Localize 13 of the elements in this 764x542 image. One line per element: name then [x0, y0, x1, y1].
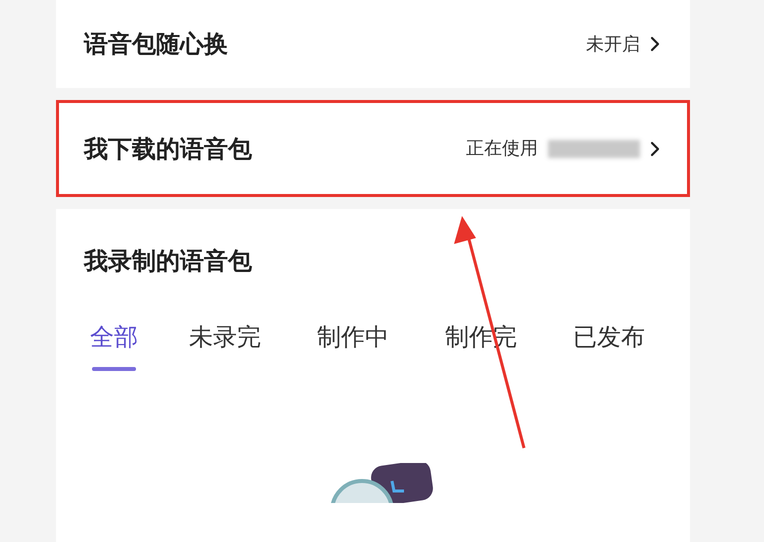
row-label: 语音包随心换 — [84, 29, 228, 60]
chevron-right-icon — [650, 36, 660, 52]
row-value: 正在使用 — [466, 137, 538, 161]
settings-row[interactable]: 语音包随心换 未开启 — [56, 0, 690, 88]
filter-tab[interactable]: 已发布 — [562, 319, 656, 371]
settings-row[interactable]: 我下载的语音包 正在使用 — [56, 100, 690, 197]
section-title: 我录制的语音包 — [84, 246, 253, 277]
filter-tab[interactable]: 制作中 — [306, 319, 400, 371]
filter-tab[interactable]: 未录完 — [178, 319, 272, 371]
chevron-right-icon — [650, 140, 660, 156]
filter-tab[interactable]: 全部 — [84, 319, 144, 371]
row-value: 未开启 — [586, 32, 640, 56]
row-label: 我下载的语音包 — [84, 134, 252, 164]
